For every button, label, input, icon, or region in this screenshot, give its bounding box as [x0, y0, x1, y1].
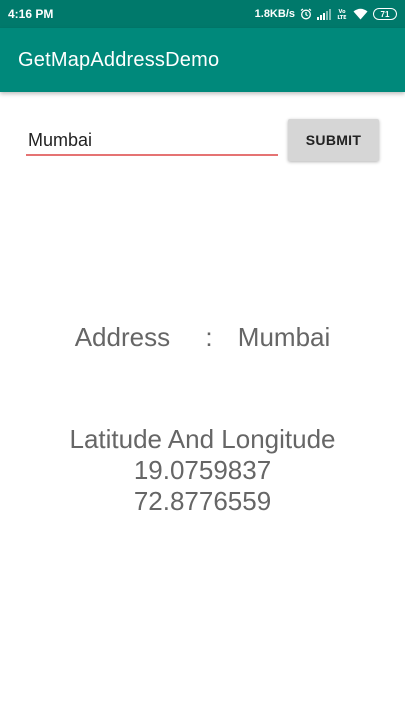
- latitude-value: 19.0759837: [133, 455, 272, 485]
- status-icons: 1.8KB/s Vo LTE 71: [255, 8, 397, 20]
- network-speed: 1.8KB/s: [254, 8, 295, 20]
- status-bar: 4:16 PM 1.8KB/s Vo LTE 71: [0, 0, 405, 28]
- address-line: Address : Mumbai: [0, 322, 405, 353]
- longitude-value: 72.8776559: [133, 486, 272, 516]
- signal-icon: [317, 8, 331, 20]
- alarm-icon: [300, 8, 312, 20]
- address-value: Mumbai: [237, 322, 331, 352]
- app-bar: GetMapAddressDemo: [0, 28, 405, 92]
- lat-lng-block: Latitude And Longitude 19.0759837 72.877…: [0, 424, 405, 517]
- lat-lng-label: Latitude And Longitude: [69, 424, 336, 454]
- status-time: 4:16 PM: [8, 7, 54, 21]
- svg-text:LTE: LTE: [337, 15, 347, 20]
- address-label: Address: [74, 322, 171, 352]
- volte-icon: Vo LTE: [336, 8, 348, 20]
- city-input[interactable]: [26, 126, 278, 156]
- wifi-icon: [353, 8, 368, 20]
- battery-icon: 71: [373, 8, 397, 20]
- address-separator: :: [205, 322, 213, 352]
- search-row: SUBMIT: [0, 112, 405, 172]
- app-title: GetMapAddressDemo: [18, 48, 220, 71]
- submit-button[interactable]: SUBMIT: [288, 119, 379, 161]
